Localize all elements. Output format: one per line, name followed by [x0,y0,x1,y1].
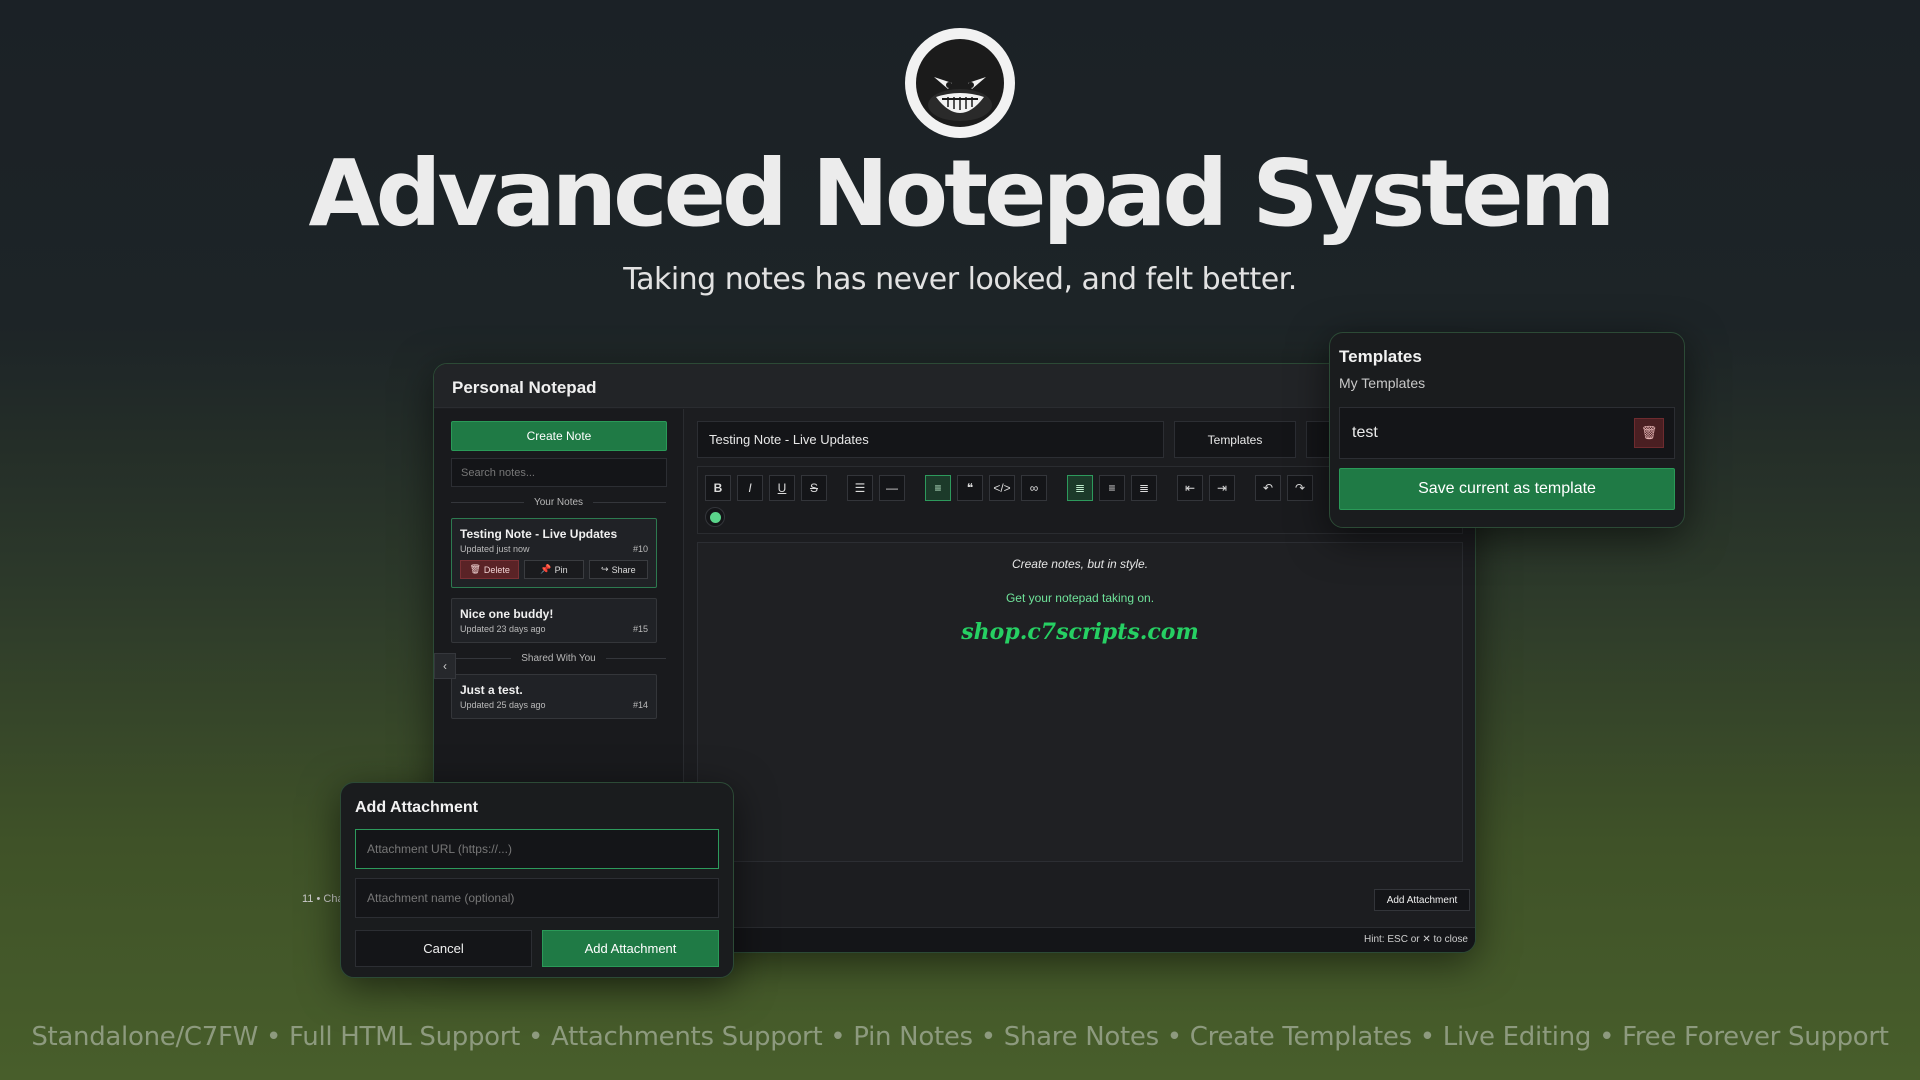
underline-icon[interactable]: U [769,475,795,501]
note-item[interactable]: Testing Note - Live Updates Updated just… [451,518,657,588]
note-id: #10 [632,544,648,554]
templates-subtitle: My Templates [1339,375,1426,391]
delete-template-button[interactable]: 🗑 [1634,418,1664,448]
template-item[interactable]: test 🗑 [1339,407,1675,459]
pin-note-button[interactable]: 📌 Pin [524,560,584,579]
attachment-name-input[interactable] [355,878,719,918]
your-notes-label: Your Notes [451,497,666,508]
template-name: test [1352,424,1378,441]
note-title: Just a test. [460,683,523,697]
note-item[interactable]: Nice one buddy! Updated 23 days ago #15 [451,598,657,643]
content-line: shop.c7scripts.com [961,619,1199,645]
note-title: Testing Note - Live Updates [460,527,618,541]
add-attachment-button[interactable]: Add Attachment [1374,889,1470,911]
shared-note-item[interactable]: Just a test. Updated 25 days ago #14 [451,674,657,719]
undo-icon[interactable]: ↶ [1255,475,1281,501]
pin-icon: 📌 [540,564,552,574]
align-center-icon[interactable]: ≡ [1099,475,1125,501]
note-updated: Updated just now [460,544,530,554]
color-swatch-icon [709,511,721,523]
delete-note-button[interactable]: 🗑 Delete [460,560,520,579]
note-updated: Updated 23 days ago [460,624,546,634]
templates-button[interactable]: Templates [1174,421,1296,458]
align-justify-icon[interactable]: ≡ [925,475,951,501]
text-color-picker[interactable] [705,507,725,527]
templates-title: Templates [1339,347,1422,366]
italic-icon[interactable]: I [737,475,763,501]
strikethrough-icon[interactable]: S [801,475,827,501]
save-template-button[interactable]: Save current as template [1339,468,1675,510]
note-id: #15 [632,624,648,634]
align-left-icon[interactable]: ≣ [1067,475,1093,501]
search-input[interactable] [451,458,667,487]
trash-icon: 🗑 [1640,425,1658,440]
align-right-icon[interactable]: ≣ [1131,475,1157,501]
code-icon[interactable]: </> [989,475,1015,501]
outdent-icon[interactable]: ⇤ [1177,475,1203,501]
feature-list: Standalone/C7FW • Full HTML Support • At… [31,1022,1889,1052]
share-note-button[interactable]: ↪ Share [588,560,648,579]
window-title: Personal Notepad [434,364,1475,408]
indent-icon[interactable]: ⇥ [1209,475,1235,501]
trash-icon: 🗑 [469,564,481,574]
confirm-attachment-button[interactable]: Add Attachment [542,930,719,967]
duck-logo-icon [905,28,1015,138]
attachment-title: Add Attachment [355,799,478,816]
attachment-url-input[interactable] [355,829,719,869]
chevron-left-icon: ‹ [443,659,447,673]
collapse-sidebar-button[interactable]: ‹ [434,653,456,679]
cancel-button[interactable]: Cancel [355,930,532,967]
link-icon[interactable]: ∞ [1021,475,1047,501]
bold-icon[interactable]: B [705,475,731,501]
note-updated: Updated 25 days ago [460,700,546,710]
note-content-editor[interactable]: Create notes, but in style. Get your not… [697,542,1463,862]
content-line: Get your notepad taking on. [1005,591,1155,605]
share-icon: ↪ [601,564,609,574]
note-title-input[interactable] [697,421,1164,458]
page-subtitle: Taking notes has never looked, and felt … [623,262,1297,297]
redo-icon[interactable]: ↷ [1287,475,1313,501]
create-note-button[interactable]: Create Note [451,421,667,451]
note-id: #14 [632,700,648,710]
page-title: Advanced Notepad System [308,140,1615,247]
bullet-list-icon[interactable]: ☰ [847,475,873,501]
quote-icon[interactable]: ❝ [957,475,983,501]
horizontal-rule-icon[interactable]: — [879,475,905,501]
shared-notes-label: Shared With You [451,653,666,664]
note-title: Nice one buddy! [460,607,554,621]
add-attachment-popup: Add Attachment Cancel Add Attachment [340,782,734,978]
templates-popup: Templates My Templates test 🗑 Save curre… [1329,332,1685,528]
content-line: Create notes, but in style. [1011,557,1149,571]
